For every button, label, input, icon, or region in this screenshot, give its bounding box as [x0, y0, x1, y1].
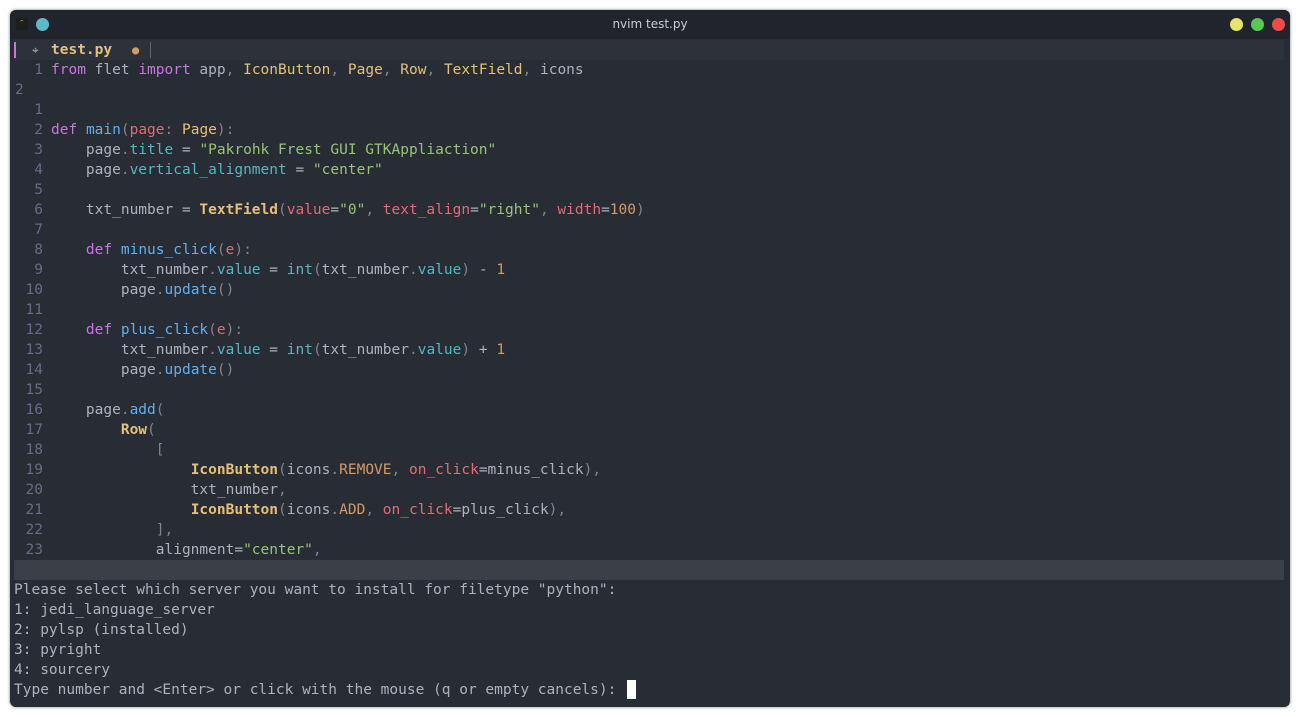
tab-test-py[interactable]: test.py — [51, 40, 112, 60]
code-text: def minus_click(e): — [85, 242, 252, 258]
code-line[interactable]: 14 page.update() — [14, 360, 1284, 380]
line-number: 7 — [34, 222, 43, 238]
line-number: 16 — [25, 402, 43, 418]
line-number: 17 — [25, 422, 43, 438]
code-text: page.update() — [51, 362, 235, 378]
code-line[interactable]: 17 Row( — [14, 420, 1284, 440]
line-number: 3 — [34, 142, 43, 158]
line-number: 15 — [25, 382, 43, 398]
line-number: 12 — [25, 322, 43, 338]
code-line[interactable]: 19 IconButton(icons.REMOVE, on_click=min… — [14, 460, 1284, 480]
code-line[interactable]: 1 — [14, 100, 1284, 120]
python-file-icon: ⌖ — [32, 43, 39, 57]
line-number: 13 — [25, 342, 43, 358]
terminal-window: ᵔ nvim test.py ⌖ test.py ● 1 from flet im… — [10, 10, 1290, 707]
code-line[interactable]: 3 page.title = "Pakrohk Frest GUI GTKApp… — [14, 140, 1284, 160]
line-number: 14 — [25, 362, 43, 378]
code-text: [ — [155, 442, 165, 458]
code-text: from flet import app, IconButton, Page, … — [51, 62, 584, 78]
code-text: Row( — [120, 422, 156, 438]
code-line[interactable]: 16 page.add( — [14, 400, 1284, 420]
line-number: 2 — [34, 122, 43, 138]
code-text: def main(page: Page): — [51, 122, 235, 138]
code-editor[interactable]: 1 from flet import app, IconButton, Page,… — [14, 60, 1284, 560]
line-number: 23 — [25, 542, 43, 558]
code-line[interactable]: 9 txt_number.value = int(txt_number.valu… — [14, 260, 1284, 280]
code-text: ], — [155, 522, 174, 538]
code-text: page.title = "Pakrohk Frest GUI GTKAppli… — [51, 142, 497, 158]
line-number: 18 — [25, 442, 43, 458]
line-number: 9 — [34, 262, 43, 278]
line-number: 1 — [34, 102, 43, 118]
line-number: 8 — [34, 242, 43, 258]
code-text: def plus_click(e): — [85, 322, 244, 338]
modified-indicator-icon: ● — [132, 43, 140, 57]
code-line[interactable]: 6 txt_number = TextField(value="0", text… — [14, 200, 1284, 220]
line-number: 10 — [25, 282, 43, 298]
code-line[interactable]: 20 txt_number, — [14, 480, 1284, 500]
code-text: txt_number.value = int(txt_number.value)… — [51, 342, 506, 358]
tab-separator — [150, 42, 151, 58]
code-text: IconButton(icons.ADD, on_click=plus_clic… — [190, 502, 567, 518]
server-select-prompt: Please select which server you want to i… — [14, 580, 1284, 700]
code-text: IconButton(icons.REMOVE, on_click=minus_… — [190, 462, 602, 478]
line-number: 20 — [25, 482, 43, 498]
line-number: 2 — [15, 82, 24, 98]
code-line[interactable]: 7 — [14, 220, 1284, 240]
maximize-button[interactable] — [1251, 18, 1264, 31]
code-line[interactable]: 15 — [14, 380, 1284, 400]
line-number: 6 — [34, 202, 43, 218]
code-line[interactable]: 12 def plus_click(e): — [14, 320, 1284, 340]
code-text: page.vertical_alignment = "center" — [51, 162, 383, 178]
code-text: txt_number.value = int(txt_number.value)… — [51, 262, 506, 278]
code-line[interactable]: 2 def main(page: Page): — [14, 120, 1284, 140]
code-line[interactable]: 5 — [14, 180, 1284, 200]
code-line[interactable]: 10 page.update() — [14, 280, 1284, 300]
code-line[interactable]: 18 [ — [14, 440, 1284, 460]
code-line[interactable]: 21 IconButton(icons.ADD, on_click=plus_c… — [14, 500, 1284, 520]
line-number: 1 — [34, 62, 43, 78]
server-option-pylsp[interactable]: 2: pylsp (installed) — [14, 620, 1284, 640]
code-text: page.add( — [51, 402, 165, 418]
buffer-tabline: ⌖ test.py ● — [14, 40, 1284, 60]
code-line[interactable]: 22 ], — [14, 520, 1284, 540]
minimize-button[interactable] — [1230, 18, 1243, 31]
code-line[interactable]: 8 def minus_click(e): — [14, 240, 1284, 260]
line-number: 19 — [25, 462, 43, 478]
code-line[interactable]: 1 from flet import app, IconButton, Page,… — [14, 60, 1284, 80]
line-number: 4 — [34, 162, 43, 178]
line-number: 5 — [34, 182, 43, 198]
server-option-pyright[interactable]: 3: pyright — [14, 640, 1284, 660]
code-text: alignment="center", — [51, 542, 322, 558]
prompt-question: Please select which server you want to i… — [14, 582, 617, 598]
code-line[interactable]: 23 alignment="center", — [14, 540, 1284, 560]
code-line[interactable]: 4 page.vertical_alignment = "center" — [14, 160, 1284, 180]
title-bar[interactable]: ᵔ nvim test.py — [10, 10, 1290, 39]
input-prompt-text: Type number and <Enter> or click with th… — [14, 682, 626, 698]
code-text: txt_number, — [51, 482, 287, 498]
line-number: 22 — [25, 522, 43, 538]
command-input-line[interactable]: Type number and <Enter> or click with th… — [14, 680, 1284, 700]
code-line[interactable]: 2 — [14, 80, 1284, 100]
line-number: 21 — [25, 502, 43, 518]
window-title: nvim test.py — [612, 17, 688, 31]
server-option-sourcery[interactable]: 4: sourcery — [14, 660, 1284, 680]
line-number: 11 — [25, 302, 43, 318]
server-option-jedi[interactable]: 1: jedi_language_server — [14, 600, 1284, 620]
text-cursor — [627, 680, 637, 699]
active-tab-indicator — [14, 42, 16, 58]
status-line — [14, 560, 1284, 580]
code-text: txt_number = TextField(value="0", text_a… — [51, 202, 645, 218]
code-line[interactable]: 11 — [14, 300, 1284, 320]
close-button[interactable] — [1272, 18, 1285, 31]
code-text: page.update() — [51, 282, 235, 298]
code-line[interactable]: 13 txt_number.value = int(txt_number.val… — [14, 340, 1284, 360]
